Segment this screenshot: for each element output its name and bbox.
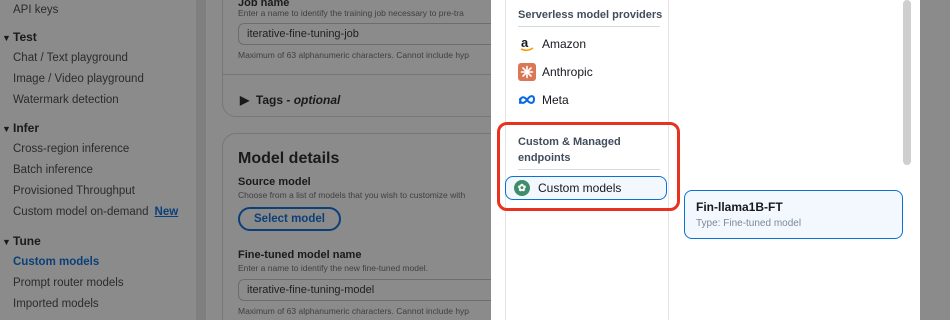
sidebar-item-chat-playground[interactable]: Chat / Text playground bbox=[13, 52, 128, 64]
model-details-title: Model details bbox=[238, 150, 340, 167]
anthropic-icon bbox=[518, 63, 536, 81]
annotation-highlight-box bbox=[497, 122, 680, 211]
meta-icon bbox=[518, 91, 536, 109]
caret-down-icon: ▼ bbox=[2, 33, 11, 43]
job-name-constraint: Maximum of 63 alphanumeric characters. C… bbox=[238, 50, 470, 60]
sidebar-section-tune[interactable]: ▼ Tune bbox=[0, 234, 41, 248]
sidebar-item-provisioned[interactable]: Provisioned Throughput bbox=[13, 185, 135, 197]
sidebar-item-image-playground[interactable]: Image / Video playground bbox=[13, 73, 144, 85]
caret-right-icon: ▶ bbox=[240, 93, 250, 107]
select-model-button[interactable]: Select model bbox=[238, 207, 341, 231]
card-divider bbox=[223, 74, 523, 75]
sidebar-item-custom-on-demand[interactable]: Custom model on-demand New bbox=[13, 206, 178, 218]
sidebar-item-imported-models[interactable]: Imported models bbox=[13, 298, 99, 310]
fine-tuned-name-constraint: Maximum of 63 alphanumeric characters. C… bbox=[238, 306, 470, 316]
new-badge: New bbox=[154, 206, 179, 218]
sidebar-item-cross-region[interactable]: Cross-region inference bbox=[13, 143, 129, 155]
sidebar-section-infer[interactable]: ▼ Infer bbox=[0, 121, 39, 135]
model-type: Type: Fine-tuned model bbox=[696, 218, 802, 229]
model-list-column bbox=[669, 0, 902, 320]
sidebar-item-prompt-router[interactable]: Prompt router models bbox=[13, 277, 124, 289]
svg-text:a: a bbox=[521, 36, 529, 50]
source-model-label: Source model bbox=[238, 176, 311, 188]
provider-anthropic[interactable]: Anthropic bbox=[518, 62, 593, 82]
serverless-heading: Serverless model providers bbox=[518, 9, 663, 21]
amazon-icon: a bbox=[518, 35, 536, 53]
provider-amazon[interactable]: a Amazon bbox=[518, 34, 586, 54]
caret-down-icon: ▼ bbox=[2, 124, 11, 134]
source-model-description: Choose from a list of models that you wi… bbox=[238, 190, 466, 200]
model-name: Fin-llama1B-FT bbox=[696, 200, 783, 214]
sidebar-item-watermark[interactable]: Watermark detection bbox=[13, 94, 119, 106]
provider-meta[interactable]: Meta bbox=[518, 90, 569, 110]
fine-tuned-name-label: Fine-tuned model name bbox=[238, 249, 362, 261]
fine-tuned-name-description: Enter a name to identify the new fine-tu… bbox=[238, 263, 428, 273]
sidebar-divider bbox=[196, 0, 206, 320]
sidebar-section-test[interactable]: ▼ Test bbox=[0, 30, 37, 44]
sidebar-item-batch[interactable]: Batch inference bbox=[13, 164, 93, 176]
section-divider bbox=[518, 26, 660, 27]
fine-tuned-name-input[interactable]: iterative-fine-tuning-model bbox=[238, 279, 518, 301]
sidebar: API keys ▼ Test Chat / Text playground Im… bbox=[0, 0, 196, 320]
model-option-card[interactable]: Fin-llama1B-FT Type: Fine-tuned model bbox=[684, 190, 903, 239]
scrollbar[interactable] bbox=[903, 0, 911, 165]
model-details-card: Model details Source model Choose from a… bbox=[222, 133, 522, 320]
tags-expander[interactable]: ▶ Tags - optional bbox=[240, 93, 340, 107]
right-backdrop bbox=[920, 0, 950, 320]
sidebar-item-custom-models[interactable]: Custom models bbox=[13, 256, 99, 268]
job-name-description: Enter a name to identify the training jo… bbox=[238, 8, 464, 18]
job-config-card: Job name Enter a name to identify the tr… bbox=[222, 0, 523, 117]
sidebar-item-api-keys[interactable]: API keys bbox=[13, 4, 58, 16]
caret-down-icon: ▼ bbox=[2, 237, 11, 247]
job-name-input[interactable]: iterative-fine-tuning-job bbox=[238, 23, 518, 45]
